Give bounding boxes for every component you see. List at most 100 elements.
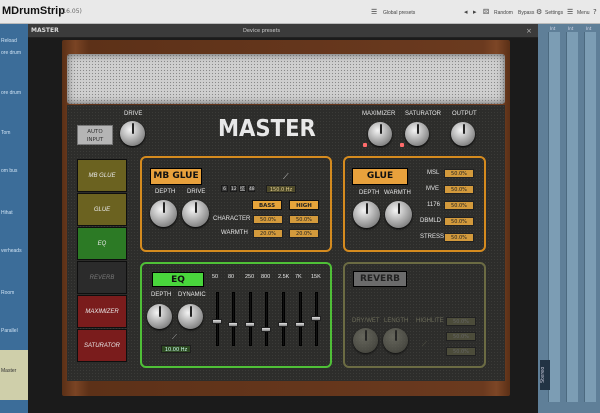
module-button-maximizer[interactable]: MAXIMIZER: [77, 295, 127, 328]
glue-depth-knob[interactable]: [353, 201, 380, 228]
mb-glue-title-button[interactable]: MB GLUE: [150, 168, 202, 185]
preset-list-icon[interactable]: ☰: [371, 8, 377, 16]
eq-depth-knob[interactable]: [147, 304, 172, 329]
reverb-value[interactable]: 50.0%: [446, 332, 476, 341]
reverb-value[interactable]: 50.0%: [446, 347, 476, 356]
glue-row-value[interactable]: 50.0%: [444, 201, 474, 210]
eq-band-slider-handle[interactable]: [278, 321, 288, 327]
track-item[interactable]: verheads: [1, 248, 22, 254]
glue-title-button[interactable]: GLUE: [352, 168, 408, 185]
previous-preset-icon[interactable]: ◂: [464, 8, 468, 16]
device-presets-button[interactable]: Device presets: [243, 28, 280, 34]
maximizer-knob[interactable]: [368, 122, 392, 146]
track-item[interactable]: Tom: [1, 130, 10, 136]
slope-48[interactable]: 48: [248, 185, 255, 192]
global-presets-button[interactable]: Global presets: [383, 10, 415, 16]
help-icon[interactable]: ?: [593, 8, 597, 16]
glue-warmth-label: WARMTH: [384, 190, 411, 196]
saturator-knob[interactable]: [405, 122, 429, 146]
track-item[interactable]: Reload: [1, 38, 17, 44]
track-item[interactable]: om bus: [1, 168, 17, 174]
settings-button[interactable]: Settings: [545, 10, 563, 16]
module-button-glue[interactable]: GLUE: [77, 193, 127, 226]
eq-dynamic-label: DYNAMIC: [178, 292, 206, 298]
bypass-button[interactable]: Bypass: [518, 10, 534, 16]
eq-band-slider-handle[interactable]: [212, 319, 222, 324]
eq-band-slider-handle[interactable]: [295, 321, 305, 327]
module-button-mb-glue[interactable]: MB GLUE: [77, 159, 127, 192]
eq-band-slider-track[interactable]: [282, 292, 285, 346]
mb-glue-depth-knob[interactable]: [150, 200, 177, 227]
reverb-title: REVERB: [360, 274, 400, 284]
module-button-label: MB GLUE: [88, 172, 116, 179]
eq-band-slider-track[interactable]: [232, 292, 235, 346]
warmth-high-value[interactable]: 20.0%: [289, 229, 319, 238]
character-high-value[interactable]: 50.0%: [289, 215, 319, 224]
crossover-frequency[interactable]: 150.0 Hz: [266, 185, 296, 193]
slope-12[interactable]: 12: [230, 185, 237, 192]
saturator-toggle[interactable]: [400, 143, 404, 147]
reverb-title-button[interactable]: REVERB: [353, 271, 407, 287]
glue-row-value[interactable]: 50.0%: [444, 185, 474, 194]
auto-input-label: AUTO INPUT: [86, 129, 104, 143]
maximizer-toggle[interactable]: [363, 143, 367, 147]
output-knob[interactable]: [451, 122, 475, 146]
track-item[interactable]: Hihat: [1, 210, 13, 216]
stereo-tab[interactable]: Stereo: [540, 360, 550, 390]
character-label: CHARACTER: [213, 216, 251, 222]
eq-band-slider-handle[interactable]: [245, 321, 255, 327]
random-button[interactable]: Random: [494, 10, 513, 16]
mb-glue-drive-knob[interactable]: [182, 200, 209, 227]
reverb-dry-wet-label: DRY/WET: [352, 318, 380, 324]
page-title: MASTER: [31, 27, 59, 34]
track-item-selected[interactable]: Master: [0, 350, 28, 400]
warmth-bass-value[interactable]: 20.0%: [253, 229, 283, 238]
glue-row-value[interactable]: 50.0%: [444, 233, 474, 242]
eq-band-slider-handle[interactable]: [311, 316, 321, 322]
module-button-label: REVERB: [89, 274, 115, 281]
track-item[interactable]: ore drum: [1, 90, 21, 96]
glue-warmth-knob[interactable]: [385, 201, 412, 228]
eq-title-button[interactable]: EQ: [152, 272, 204, 287]
reverb-length-knob[interactable]: [383, 328, 408, 353]
eq-depth-label: DEPTH: [151, 292, 172, 298]
eq-frequency[interactable]: 10.00 Hz: [161, 345, 191, 353]
eq-dynamic-knob[interactable]: [178, 304, 203, 329]
reverb-dry-wet-knob[interactable]: [353, 328, 378, 353]
character-bass-value[interactable]: 50.0%: [253, 215, 283, 224]
meter-column: [584, 32, 596, 402]
reverb-value[interactable]: 50.0%: [446, 317, 476, 326]
drive-knob[interactable]: [120, 121, 145, 146]
settings-icon[interactable]: ⚙: [536, 8, 542, 16]
glue-row-value[interactable]: 50.0%: [444, 217, 474, 226]
bass-band-button[interactable]: BASS: [252, 200, 282, 210]
module-button-saturator[interactable]: SATURATOR: [77, 329, 127, 362]
drive-label: DRIVE: [124, 111, 143, 117]
track-item[interactable]: Room: [1, 290, 14, 296]
slope-6[interactable]: 6: [221, 185, 228, 192]
menu-icon[interactable]: ☰: [567, 8, 573, 16]
track-item[interactable]: Parallel: [1, 328, 18, 334]
module-button-label: MAXIMIZER: [85, 308, 119, 315]
menu-button[interactable]: Menu: [577, 10, 590, 16]
eq-band-slider-handle[interactable]: [261, 327, 271, 333]
eq-curve-icon: ⟋: [172, 333, 177, 341]
eq-band-slider-track[interactable]: [299, 292, 302, 346]
glue-row-value[interactable]: 50.0%: [444, 169, 474, 178]
eq-band-slider-track[interactable]: [265, 292, 268, 346]
mb-glue-depth-label: DEPTH: [155, 189, 176, 195]
module-button-eq[interactable]: EQ: [77, 227, 127, 260]
next-preset-icon[interactable]: ▸: [473, 8, 477, 16]
module-button-reverb[interactable]: REVERB: [77, 261, 127, 294]
high-band-button[interactable]: HIGH: [289, 200, 319, 210]
track-item[interactable]: ore drum: [1, 50, 21, 56]
auto-input-button[interactable]: AUTO INPUT: [77, 125, 113, 145]
slope-24[interactable]: 24: [239, 185, 246, 192]
eq-band-slider-track[interactable]: [249, 292, 252, 346]
close-icon[interactable]: ×: [526, 27, 532, 35]
maximizer-label: MAXIMIZER: [362, 111, 396, 117]
module-button-label: GLUE: [93, 206, 111, 213]
eq-band-frequency-label: 250: [245, 274, 255, 280]
random-icon[interactable]: ⚄: [483, 8, 489, 16]
eq-band-slider-handle[interactable]: [228, 321, 238, 327]
